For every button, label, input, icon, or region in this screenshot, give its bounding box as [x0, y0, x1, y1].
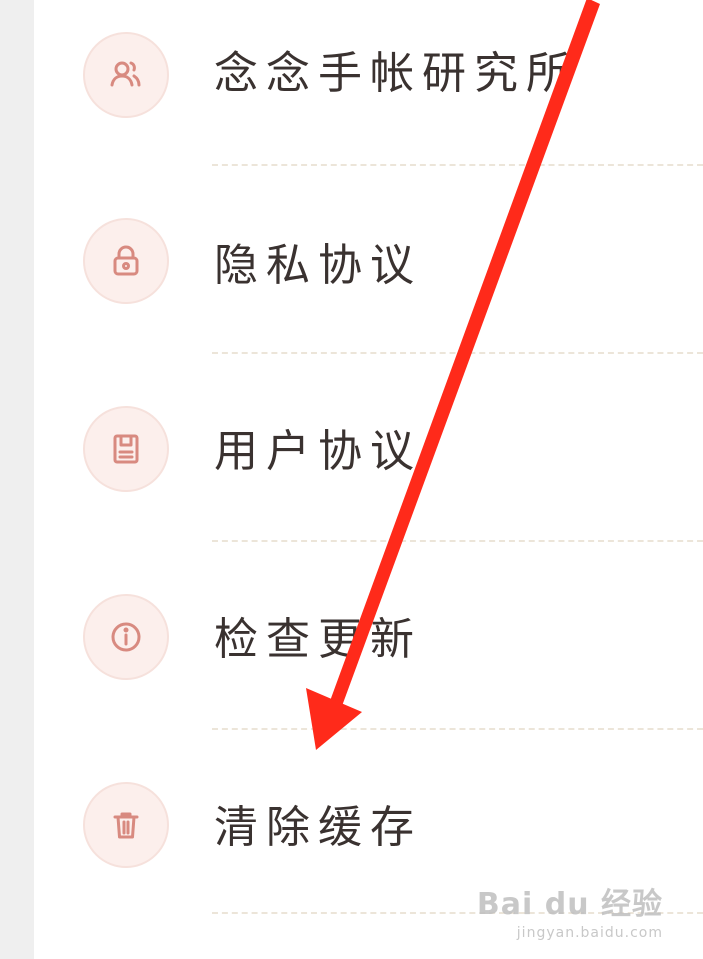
- watermark-brand: Bai du 经验: [476, 887, 663, 922]
- users-icon: [83, 32, 169, 118]
- info-icon: [83, 594, 169, 680]
- trash-icon: [83, 782, 169, 868]
- divider: [212, 164, 703, 166]
- watermark: Bai du 经验 jingyan.baidu.com: [477, 879, 663, 941]
- divider: [212, 540, 703, 542]
- menu-item-label: 检查更新: [214, 614, 422, 665]
- settings-menu: 念念手帐研究所 隐私协议 用户协议 检查更新 清除缓存: [34, 0, 703, 959]
- menu-item-check-update[interactable]: 检查更新: [34, 564, 703, 714]
- lock-icon: [83, 218, 169, 304]
- menu-item-label: 隐私协议: [214, 240, 422, 291]
- document-icon: [83, 406, 169, 492]
- menu-item-user-agreement[interactable]: 用户协议: [34, 376, 703, 526]
- menu-item-label: 念念手帐研究所: [214, 48, 578, 99]
- menu-item-label: 用户协议: [214, 426, 422, 477]
- menu-item-label: 清除缓存: [214, 802, 422, 853]
- menu-item-studio[interactable]: 念念手帐研究所: [34, 0, 703, 150]
- left-edge-strip: [0, 0, 34, 959]
- divider: [212, 728, 703, 730]
- watermark-url: jingyan.baidu.com: [516, 925, 663, 941]
- divider: [212, 352, 703, 354]
- menu-item-privacy[interactable]: 隐私协议: [34, 188, 703, 338]
